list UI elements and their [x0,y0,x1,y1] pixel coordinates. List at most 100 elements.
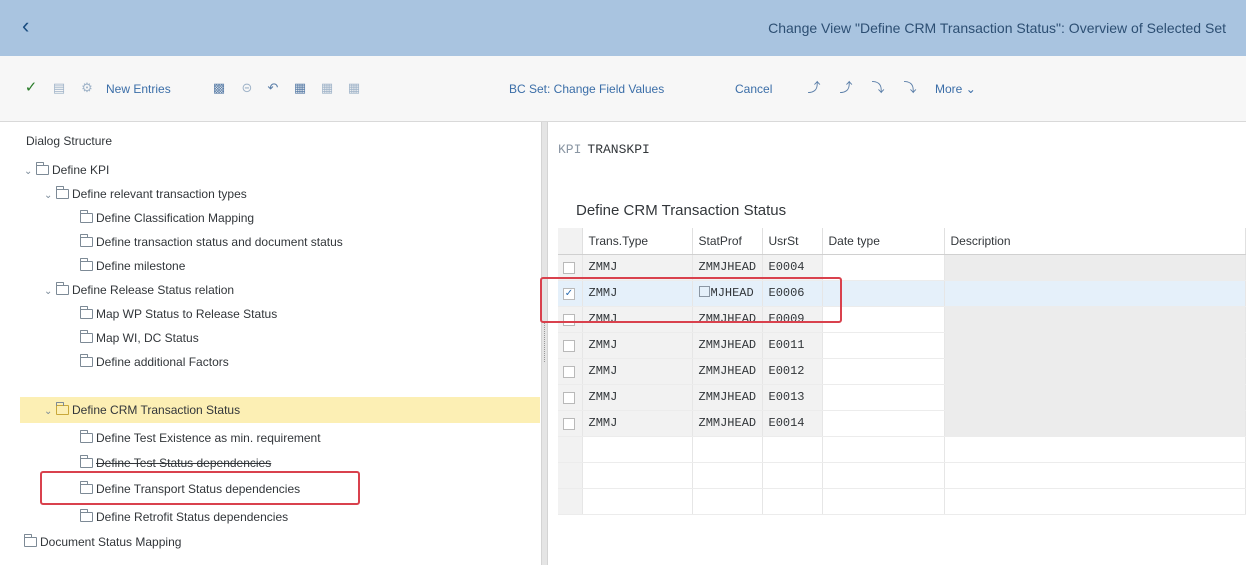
tree-item-label: Define Retrofit Status dependencies [96,510,289,524]
empty-row [558,436,1246,463]
select-all-column-header[interactable] [558,228,583,255]
row-selector[interactable] [558,332,583,359]
highlight-box-selected-row [540,277,842,323]
folder-icon [56,282,69,295]
chevron-down-icon[interactable]: ⌄ [44,399,56,425]
back-icon[interactable]: ‹ [22,14,44,38]
row-checkbox[interactable] [563,339,575,352]
tree-item-define-release-status-relation[interactable]: ⌄ Define Release Status relation [44,278,564,302]
column-header-trans-type[interactable]: Trans.Type [582,228,693,255]
tree-item-define-relevant-transaction-types[interactable]: ⌄ Define relevant transaction types [44,182,564,206]
cell-date-type[interactable] [822,254,945,281]
deselect-all-icon[interactable]: ▦ [345,78,363,98]
empty-cell [762,488,823,515]
table-row[interactable]: ZMMJ ZMMJHEAD E0012 [558,358,1246,385]
cell-stat-prof: ZMMJHEAD [692,410,763,437]
first-page-icon[interactable]: ⤴ [805,78,823,98]
tree-item-label: Map WP Status to Release Status [96,307,278,321]
tree-item-map-wi-dc-status[interactable]: Map WI, DC Status [80,326,600,350]
cell-date-type[interactable] [822,332,945,359]
highlight-box-transport [40,471,360,505]
chevron-down-icon[interactable]: ⌄ [44,184,56,208]
empty-row [558,488,1246,515]
next-page-icon[interactable]: ⤵ [869,78,887,98]
cell-date-type[interactable] [822,358,945,385]
empty-cell [944,488,1246,515]
chevron-down-icon[interactable]: ⌄ [24,160,36,184]
cell-usr-st: E0012 [762,358,823,385]
folder-icon [80,330,93,343]
row-checkbox[interactable] [563,365,575,378]
tree-item-define-test-existence[interactable]: Define Test Existence as min. requiremen… [80,426,600,450]
folder-icon [24,534,37,547]
table-row[interactable]: ZMMJ ZMMJHEAD E0011 [558,332,1246,359]
cell-stat-prof: ZMMJHEAD [692,384,763,411]
select-all-icon[interactable]: ▦ [291,78,309,98]
tree-item-define-milestone[interactable]: Define milestone [80,254,600,278]
cell-description [944,280,1246,307]
cell-description [944,332,1246,359]
row-checkbox[interactable] [563,261,575,274]
cell-trans-type: ZMMJ [582,384,693,411]
select-block-icon[interactable]: ▦ [318,78,336,98]
tree-item-map-wp-status[interactable]: Map WP Status to Release Status [80,302,600,326]
panel-splitter[interactable] [541,122,548,565]
last-page-icon[interactable]: ⤵ [901,78,919,98]
row-selector[interactable] [558,410,583,437]
row-checkbox[interactable] [563,417,575,430]
folder-icon [80,354,93,367]
folder-icon [36,162,49,175]
cell-description [944,384,1246,411]
empty-cell [582,462,693,489]
tree-item-label: Define KPI [52,163,110,177]
column-header-date-type[interactable]: Date type [822,228,945,255]
section-title: Define CRM Transaction Status [576,202,787,219]
tree-item-define-transaction-status[interactable]: Define transaction status and document s… [80,230,600,254]
tree-item-define-additional-factors[interactable]: Define additional Factors [80,350,600,374]
cell-date-type[interactable] [822,384,945,411]
row-selector[interactable] [558,358,583,385]
cell-description [944,358,1246,385]
splitter-grip[interactable] [544,322,545,362]
empty-cell [582,488,693,515]
empty-cell [822,462,945,489]
empty-cell [944,436,1246,463]
new-entries-button[interactable]: New Entries [106,80,171,98]
row-selector[interactable] [558,384,583,411]
folder-icon [80,509,93,522]
tree-item-define-classification-mapping[interactable]: Define Classification Mapping [80,206,600,230]
undo-icon[interactable]: ↶ [264,78,282,98]
copy-icon[interactable]: ▩ [210,78,228,98]
column-header-stat-prof[interactable]: StatProf [692,228,763,255]
tree-item-label: Define Release Status relation [72,283,235,297]
dialog-structure-header: Dialog Structure [26,134,113,148]
delete-icon[interactable]: ⊝ [238,78,256,98]
tree-item-define-kpi[interactable]: ⌄ Define KPI [24,158,544,182]
cell-description [944,410,1246,437]
display-change-icon[interactable]: ▤ [50,78,68,98]
tree-item-label: Define transaction status and document s… [96,235,343,249]
chevron-down-icon[interactable]: ⌄ [44,280,56,304]
empty-cell [822,436,945,463]
empty-cell [692,436,763,463]
bc-set-button[interactable]: BC Set: Change Field Values [509,80,664,98]
table-row[interactable]: ZMMJ ZMMJHEAD E0014 [558,410,1246,437]
row-checkbox[interactable] [563,391,575,404]
cancel-button[interactable]: Cancel [735,80,772,98]
tree-item-define-retrofit-status-dependencies[interactable]: Define Retrofit Status dependencies [80,505,600,529]
column-header-usr-st[interactable]: UsrSt [762,228,823,255]
cell-usr-st: E0011 [762,332,823,359]
cell-stat-prof: ZMMJHEAD [692,332,763,359]
cell-stat-prof: ZMMJHEAD [692,358,763,385]
other-view-icon[interactable]: ⚙ [78,78,96,98]
previous-page-icon[interactable]: ⤴ [837,78,855,98]
column-header-description[interactable]: Description [944,228,1246,255]
cell-date-type[interactable] [822,410,945,437]
checkmark-icon[interactable]: ✓ [22,78,40,98]
table-row[interactable]: ZMMJ ZMMJHEAD E0013 [558,384,1246,411]
empty-cell [692,462,763,489]
more-button[interactable]: More ⌄ [935,80,976,98]
folder-icon [80,430,93,443]
tree-item-define-crm-transaction-status[interactable]: ⌄ Define CRM Transaction Status [20,397,540,423]
tree-item-document-status-mapping[interactable]: Document Status Mapping [24,530,544,554]
